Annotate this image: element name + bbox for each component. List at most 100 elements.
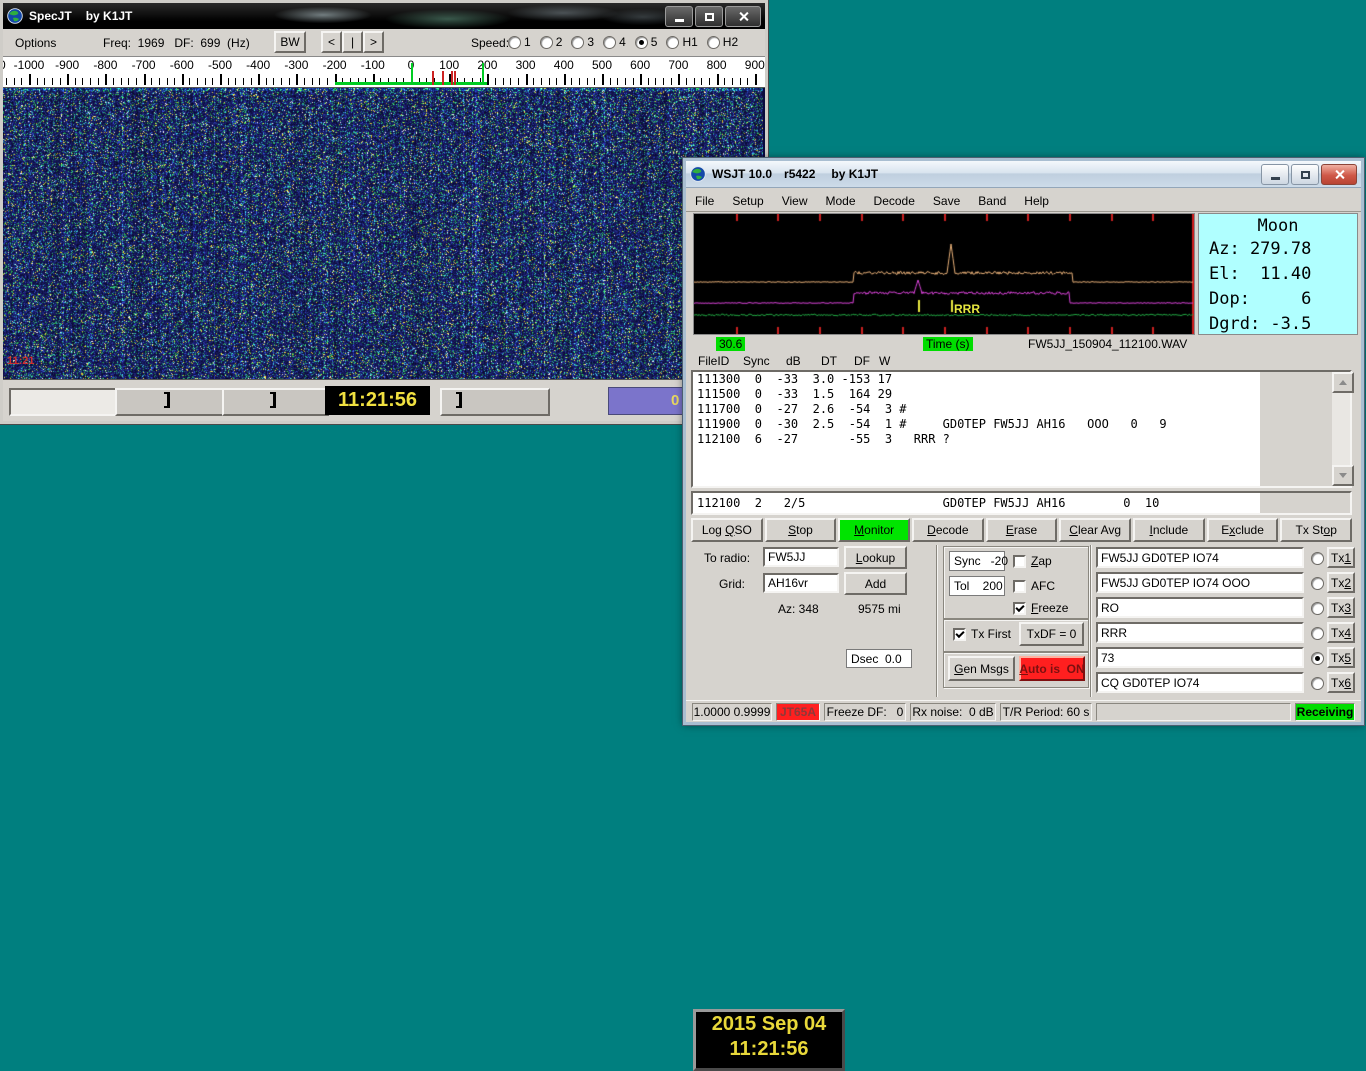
tx4-button[interactable]: Tx 4: [1327, 622, 1355, 643]
decode-scrollbar[interactable]: [1332, 372, 1354, 486]
waterfall-canvas[interactable]: [3, 88, 763, 379]
radio-icon[interactable]: [634, 35, 648, 49]
tx6-button[interactable]: Tx 6: [1327, 672, 1355, 693]
minimize-button[interactable]: [1261, 164, 1289, 185]
speed-option-h2[interactable]: H2: [706, 35, 738, 49]
radio-icon[interactable]: [706, 35, 720, 49]
close-button[interactable]: [725, 6, 761, 27]
tx2-message-input[interactable]: [1096, 572, 1304, 593]
clear-avg-button[interactable]: Clear Avg: [1059, 518, 1132, 542]
speed-option-5[interactable]: 5: [634, 35, 657, 49]
dsec-field[interactable]: Dsec 0.0: [846, 649, 912, 668]
include-button[interactable]: Include: [1133, 518, 1205, 542]
menu-save[interactable]: Save: [924, 194, 969, 208]
auto-on-button[interactable]: Auto is ON: [1019, 656, 1085, 681]
tx3-message-input[interactable]: [1096, 597, 1304, 618]
decode-line[interactable]: 111300 0 -33 3.0 -153 17: [693, 372, 1260, 387]
txdf-button[interactable]: TxDF = 0: [1019, 622, 1084, 646]
radio-icon[interactable]: [603, 35, 617, 49]
slider-handle[interactable]: [456, 392, 462, 408]
zap-checkbox-row[interactable]: Zap: [1013, 554, 1052, 568]
menu-help[interactable]: Help: [1015, 194, 1058, 208]
speed-option-4[interactable]: 4: [603, 35, 626, 49]
gen-msgs-button[interactable]: Gen Msgs: [948, 656, 1015, 681]
decode-button[interactable]: Decode: [912, 518, 984, 542]
bw-button[interactable]: BW: [274, 31, 306, 53]
tx3-button[interactable]: Tx 3: [1327, 597, 1355, 618]
speed-option-1[interactable]: 1: [508, 35, 531, 49]
options-menu[interactable]: Options: [15, 36, 56, 50]
tx-first-checkbox-row[interactable]: Tx First: [953, 627, 1011, 641]
to-radio-input[interactable]: [763, 547, 839, 567]
maximize-button[interactable]: [1291, 164, 1319, 185]
decode-text[interactable]: 111300 0 -33 3.0 -153 17 111500 0 -33 1.…: [693, 372, 1260, 486]
tx4-radio[interactable]: [1311, 627, 1324, 640]
monitor-button[interactable]: Monitor: [838, 518, 911, 542]
speed-option-h1[interactable]: H1: [666, 35, 698, 49]
freq-center-button[interactable]: |: [342, 31, 363, 53]
checkbox-icon[interactable]: [953, 627, 966, 641]
slider-handle[interactable]: [270, 392, 276, 408]
menu-setup[interactable]: Setup: [723, 194, 772, 208]
tx-stop-button[interactable]: Tx St o p: [1280, 518, 1353, 542]
scroll-up-button[interactable]: [1332, 372, 1354, 393]
tx4-message-input[interactable]: [1096, 622, 1304, 643]
wsjt-titlebar[interactable]: WSJT 10.0 r5422 by K1JT: [686, 161, 1361, 188]
tx6-message-input[interactable]: [1096, 672, 1304, 693]
checkbox-icon[interactable]: [1013, 579, 1026, 593]
radio-icon[interactable]: [539, 35, 553, 49]
sync-threshold-field[interactable]: Sync -20: [949, 551, 1008, 571]
tx5-radio[interactable]: [1311, 652, 1324, 665]
speed-option-3[interactable]: 3: [571, 35, 594, 49]
speed-option-2[interactable]: 2: [539, 35, 562, 49]
tx6-radio[interactable]: [1311, 677, 1324, 690]
gain-slider-1[interactable]: [115, 388, 224, 416]
tx1-message-input[interactable]: [1096, 547, 1304, 568]
decode-line[interactable]: 111500 0 -33 1.5 164 29: [693, 387, 1260, 402]
exclude-button[interactable]: Ex clude: [1206, 518, 1279, 542]
log-qso-button[interactable]: Log Q SO: [691, 518, 763, 542]
lookup-button[interactable]: Lookup: [844, 546, 907, 569]
average-decode-area[interactable]: 112100 2 2/5 GD0TEP FW5JJ AH16 0 10: [691, 491, 1352, 515]
menu-band[interactable]: Band: [969, 194, 1015, 208]
add-button[interactable]: Add: [844, 572, 907, 595]
maximize-button[interactable]: [695, 6, 723, 27]
slider-handle[interactable]: [164, 392, 170, 408]
stop-button[interactable]: Stop: [764, 518, 837, 542]
tx5-button[interactable]: Tx 5: [1327, 647, 1355, 668]
grid-input[interactable]: [763, 573, 839, 593]
menu-view[interactable]: View: [773, 194, 817, 208]
signal-plot-canvas[interactable]: [694, 214, 1194, 334]
gain-slider-3[interactable]: [440, 388, 550, 416]
decode-text-area[interactable]: 111300 0 -33 3.0 -153 17 111500 0 -33 1.…: [691, 370, 1354, 488]
specjt-titlebar[interactable]: SpecJT by K1JT: [3, 3, 765, 29]
frequency-ruler[interactable]: -1100 -1000 -900 -800 -700 -600 -500 -400 -300 -2…: [3, 57, 765, 88]
freeze-checkbox-row[interactable]: Freeze: [1013, 601, 1068, 615]
checkbox-icon[interactable]: [1013, 601, 1026, 615]
scroll-down-button[interactable]: [1332, 465, 1354, 486]
tx5-message-input[interactable]: [1096, 647, 1304, 668]
gain-slider-2[interactable]: [222, 388, 329, 416]
close-button[interactable]: [1321, 164, 1357, 185]
decode-line[interactable]: 112100 2 2/5 GD0TEP FW5JJ AH16 0 10: [693, 493, 1260, 513]
decode-line[interactable]: 112100 6 -27 -55 3 RRR ?: [693, 432, 1260, 447]
tx2-radio[interactable]: [1311, 577, 1324, 590]
tx1-button[interactable]: Tx 1: [1327, 547, 1355, 568]
signal-plot[interactable]: RRR: [693, 213, 1195, 335]
checkbox-icon[interactable]: [1013, 554, 1026, 568]
decode-line[interactable]: 111900 0 -30 2.5 -54 1 # GD0TEP FW5JJ AH…: [693, 417, 1260, 432]
average-decode-text[interactable]: 112100 2 2/5 GD0TEP FW5JJ AH16 0 10: [693, 493, 1260, 513]
waterfall-display[interactable]: 11:21: [3, 88, 765, 380]
menu-mode[interactable]: Mode: [817, 194, 865, 208]
erase-button[interactable]: Erase: [985, 518, 1058, 542]
freq-right-button[interactable]: >: [363, 31, 384, 53]
radio-icon[interactable]: [571, 35, 585, 49]
radio-icon[interactable]: [666, 35, 680, 49]
freq-left-button[interactable]: <: [321, 31, 342, 53]
radio-icon[interactable]: [508, 35, 521, 49]
tx1-radio[interactable]: [1311, 552, 1324, 565]
tx2-button[interactable]: Tx 2: [1327, 572, 1355, 593]
menu-decode[interactable]: Decode: [865, 194, 924, 208]
tx3-radio[interactable]: [1311, 602, 1324, 615]
menu-file[interactable]: File: [686, 194, 723, 208]
